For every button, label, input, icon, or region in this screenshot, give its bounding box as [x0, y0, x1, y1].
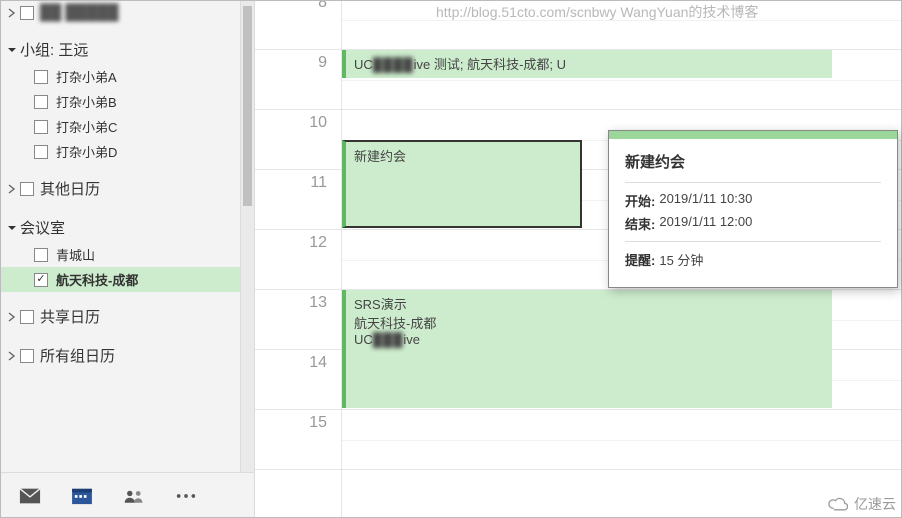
calendar-label: 打杂小弟D — [56, 142, 117, 161]
time-label: 13 — [255, 290, 341, 350]
calendar-checkbox[interactable] — [34, 145, 48, 159]
calendar-item[interactable]: 打杂小弟D — [0, 139, 254, 164]
sidebar: ██ █████ 小组: 王远 打杂小弟A 打杂小弟B 打杂小弟C — [0, 0, 255, 518]
group-title: 共享日历 — [40, 306, 100, 327]
time-label: 10 — [255, 110, 341, 170]
calendar-label: 打杂小弟C — [56, 117, 117, 136]
calendar-group-header[interactable]: 其他日历 — [0, 174, 254, 203]
calendar-event-selected[interactable]: 新建约会 — [342, 140, 582, 228]
calendar-label: 航天科技-成都 — [56, 270, 138, 289]
popup-end-label: 结束: — [625, 214, 655, 233]
time-label: 8 — [255, 0, 341, 50]
calendar-label: 打杂小弟B — [56, 92, 117, 111]
calendar-group-header[interactable]: ██ █████ — [0, 0, 254, 25]
group-checkbox[interactable] — [20, 6, 34, 20]
time-label: 9 — [255, 50, 341, 110]
hour-gridline — [342, 0, 902, 50]
popup-reminder-label: 提醒: — [625, 250, 655, 269]
calendar-item[interactable]: 青城山 — [0, 242, 254, 267]
chevron-right-icon — [6, 311, 18, 323]
calendar-group-header[interactable]: 会议室 — [0, 213, 254, 242]
calendar-checkbox[interactable] — [34, 248, 48, 262]
calendar-day-view: 89101112131415 UC████ive 测试; 航天科技-成都; U 新… — [255, 0, 902, 518]
calendar-icon[interactable] — [56, 476, 108, 516]
popup-end-value: 2019/1/11 12:00 — [659, 214, 752, 233]
chevron-right-icon — [6, 350, 18, 362]
time-label: 12 — [255, 230, 341, 290]
calendar-label: 打杂小弟A — [56, 67, 117, 86]
calendar-checkbox[interactable] — [34, 70, 48, 84]
popup-reminder-value: 15 分钟 — [659, 250, 703, 269]
sidebar-scrollbar[interactable] — [240, 0, 254, 472]
calendar-checkbox[interactable] — [34, 273, 48, 287]
time-gutter: 89101112131415 — [255, 0, 341, 518]
halfhour-gridline — [342, 440, 902, 441]
group-title: 小组: 王远 — [20, 39, 88, 60]
calendar-item[interactable]: 打杂小弟A — [0, 64, 254, 89]
calendar-checkbox[interactable] — [34, 120, 48, 134]
group-title: ██ █████ — [40, 4, 119, 21]
mail-icon[interactable] — [4, 476, 56, 516]
calendar-checkbox[interactable] — [34, 95, 48, 109]
time-label: 15 — [255, 410, 341, 470]
calendar-group-header[interactable]: 共享日历 — [0, 302, 254, 331]
halfhour-gridline — [342, 80, 902, 81]
event-details-popup: 新建约会 开始: 2019/1/11 10:30 结束: 2019/1/11 1… — [608, 130, 898, 288]
nav-bottom-bar — [0, 472, 254, 518]
chevron-down-icon — [6, 222, 18, 234]
sidebar-scroll-thumb[interactable] — [243, 6, 252, 206]
calendar-item[interactable]: 打杂小弟C — [0, 114, 254, 139]
popup-accent-bar — [609, 131, 897, 139]
chevron-right-icon — [6, 183, 18, 195]
calendar-group-header[interactable]: 所有组日历 — [0, 341, 254, 370]
time-label: 11 — [255, 170, 341, 230]
calendar-group-header[interactable]: 小组: 王远 — [0, 35, 254, 64]
more-icon[interactable] — [160, 476, 212, 516]
calendar-event[interactable]: UC████ive 测试; 航天科技-成都; U — [342, 50, 832, 78]
group-title: 会议室 — [20, 217, 65, 238]
halfhour-gridline — [342, 20, 902, 21]
calendar-item[interactable]: 打杂小弟B — [0, 89, 254, 114]
people-icon[interactable] — [108, 476, 160, 516]
popup-start-label: 开始: — [625, 191, 655, 210]
chevron-down-icon — [6, 44, 18, 56]
chevron-right-icon — [6, 7, 18, 19]
calendar-item-selected[interactable]: 航天科技-成都 — [0, 267, 254, 292]
popup-title: 新建约会 — [625, 151, 881, 172]
time-label: 14 — [255, 350, 341, 410]
group-checkbox[interactable] — [20, 182, 34, 196]
group-title: 所有组日历 — [40, 345, 115, 366]
group-checkbox[interactable] — [20, 349, 34, 363]
calendar-label: 青城山 — [56, 245, 95, 264]
popup-start-value: 2019/1/11 10:30 — [659, 191, 752, 210]
group-checkbox[interactable] — [20, 310, 34, 324]
group-title: 其他日历 — [40, 178, 100, 199]
calendar-event[interactable]: SRS演示航天科技-成都UC███ive — [342, 290, 832, 408]
